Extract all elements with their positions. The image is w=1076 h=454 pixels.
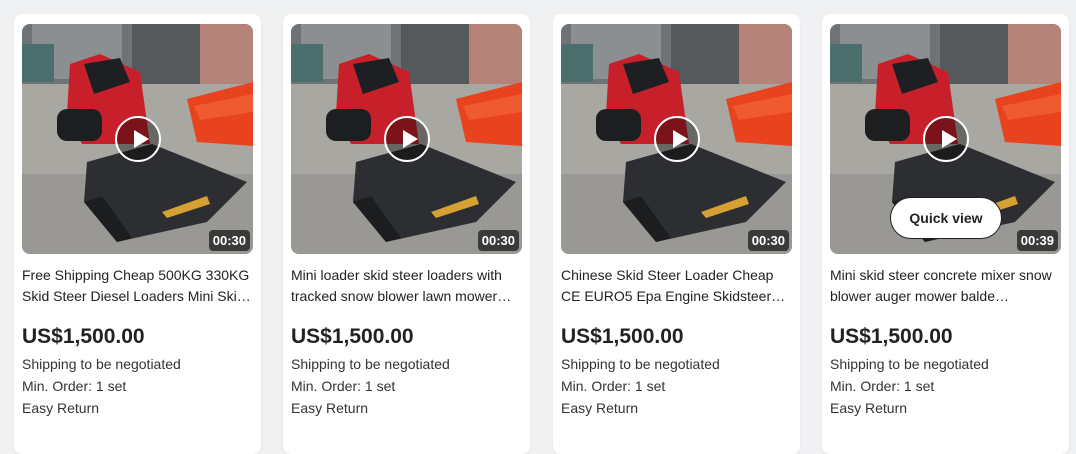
min-order: Min. Order: 1 set <box>291 378 396 394</box>
product-card[interactable]: 00:30 Mini loader skid steer loaders wit… <box>283 14 530 454</box>
video-duration: 00:39 <box>1016 230 1058 251</box>
product-price: US$1,500.00 <box>22 325 145 348</box>
play-icon[interactable] <box>384 116 430 162</box>
play-icon[interactable] <box>923 116 969 162</box>
product-card[interactable]: Quick view 00:39 Mini skid steer concret… <box>822 14 1069 454</box>
product-video-thumbnail[interactable]: Quick view 00:39 <box>830 24 1061 254</box>
product-video-thumbnail[interactable]: 00:30 <box>561 24 792 254</box>
product-video-thumbnail[interactable]: 00:30 <box>291 24 522 254</box>
shipping-info: Shipping to be negotiated <box>22 356 181 372</box>
return-policy: Easy Return <box>561 400 639 416</box>
product-card[interactable]: 00:30 Chinese Skid Steer Loader Cheap CE… <box>553 14 800 454</box>
video-duration: 00:30 <box>477 230 519 251</box>
product-price: US$1,500.00 <box>561 325 684 348</box>
return-policy: Easy Return <box>291 400 369 416</box>
product-title[interactable]: Mini skid steer concrete mixer snow blow… <box>830 265 1064 307</box>
product-price: US$1,500.00 <box>830 325 953 348</box>
product-grid: 00:30 Free Shipping Cheap 500KG 330KG Sk… <box>0 0 1076 454</box>
play-icon[interactable] <box>654 116 700 162</box>
video-duration: 00:30 <box>747 230 789 251</box>
return-policy: Easy Return <box>22 400 100 416</box>
product-price: US$1,500.00 <box>291 325 414 348</box>
product-title[interactable]: Free Shipping Cheap 500KG 330KG Skid Ste… <box>22 265 256 307</box>
shipping-info: Shipping to be negotiated <box>830 356 989 372</box>
video-duration: 00:30 <box>208 230 250 251</box>
return-policy: Easy Return <box>830 400 908 416</box>
product-title[interactable]: Chinese Skid Steer Loader Cheap CE EURO5… <box>561 265 795 307</box>
product-video-thumbnail[interactable]: 00:30 <box>22 24 253 254</box>
shipping-info: Shipping to be negotiated <box>291 356 450 372</box>
shipping-info: Shipping to be negotiated <box>561 356 720 372</box>
play-icon[interactable] <box>115 116 161 162</box>
product-title[interactable]: Mini loader skid steer loaders with trac… <box>291 265 525 307</box>
min-order: Min. Order: 1 set <box>561 378 666 394</box>
product-card[interactable]: 00:30 Free Shipping Cheap 500KG 330KG Sk… <box>14 14 261 454</box>
min-order: Min. Order: 1 set <box>22 378 127 394</box>
min-order: Min. Order: 1 set <box>830 378 935 394</box>
quick-view-button[interactable]: Quick view <box>890 197 1002 239</box>
